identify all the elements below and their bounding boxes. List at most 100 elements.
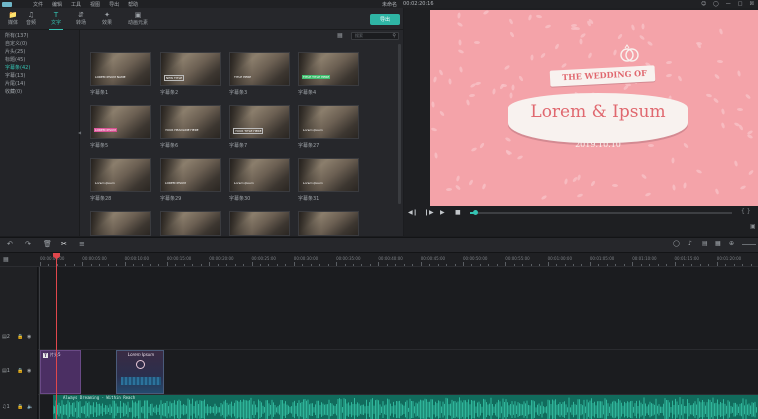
library-scrollbar[interactable] xyxy=(398,44,401,204)
play-icon[interactable]: ▶ xyxy=(440,209,445,216)
app-logo xyxy=(0,0,24,8)
title-thumbnail[interactable] xyxy=(160,211,221,236)
step-back-icon[interactable]: ❙▶ xyxy=(424,209,434,216)
collapse-sidebar-icon[interactable]: ◀ xyxy=(78,130,81,135)
cut-icon[interactable]: ✂ xyxy=(61,240,67,248)
category-item-active[interactable]: 字幕条(42) xyxy=(5,64,30,71)
mix-icon[interactable]: ▦ xyxy=(715,240,721,247)
title-thumbnail[interactable]: LOREM IPSUM NAME xyxy=(90,52,151,86)
menu-file[interactable]: 文件 xyxy=(33,1,43,8)
video-clip[interactable]: Lorem Ipsum xyxy=(116,350,164,394)
marker-braces[interactable]: { } xyxy=(741,208,751,215)
thumbnail-shade xyxy=(91,159,113,191)
adjust-icon[interactable]: ≡ xyxy=(79,240,85,248)
title-thumbnail[interactable]: Lorem Ipsum xyxy=(298,158,359,192)
voiceover-icon[interactable]: ▤ xyxy=(702,240,708,247)
title-thumbnail[interactable]: YOUR TITLE HERE xyxy=(229,105,290,139)
playhead[interactable] xyxy=(56,256,57,419)
category-item[interactable]: 字幕(13) xyxy=(5,72,25,79)
lock-icon[interactable]: 🔒 xyxy=(17,334,23,340)
eye-icon[interactable]: ◉ xyxy=(27,368,31,374)
thumbnail-shade xyxy=(230,106,252,138)
category-item[interactable]: 片尾(14) xyxy=(5,80,25,87)
speaker-icon[interactable]: 🔈 xyxy=(27,404,33,410)
title-thumbnail[interactable]: LOREM IPSUM xyxy=(160,158,221,192)
menu-help[interactable]: 帮助 xyxy=(128,1,138,8)
title-thumbnail[interactable]: LOREM IPSUM xyxy=(90,105,151,139)
ruler-minor-tick xyxy=(183,264,185,266)
stop-icon[interactable]: ■ xyxy=(455,209,461,216)
redo-icon[interactable]: ↷ xyxy=(25,240,31,248)
grid-view-icon[interactable]: ▦ xyxy=(337,32,343,39)
ruler-minor-tick xyxy=(488,264,490,266)
snapshot-icon[interactable]: ▣ xyxy=(750,223,756,230)
search-input[interactable]: 搜索 ⚲ xyxy=(351,32,399,40)
lock-icon[interactable]: 🔒 xyxy=(17,368,23,374)
close-icon[interactable]: ☒ xyxy=(750,1,754,7)
title-thumbnail[interactable] xyxy=(229,211,290,236)
maximize-icon[interactable]: □ xyxy=(738,1,743,7)
cart-icon[interactable]: ◯ xyxy=(713,1,719,7)
category-item[interactable]: 收藏(0) xyxy=(5,88,22,95)
export-button[interactable]: 导出 xyxy=(370,14,400,25)
add-track-icon[interactable]: ▦ xyxy=(3,256,9,263)
leaf-decoration xyxy=(576,192,584,198)
leaf-decoration xyxy=(432,76,438,84)
thumbnail-caption: TITLE TITLE HERE xyxy=(302,75,331,79)
undo-icon[interactable]: ↶ xyxy=(7,240,13,248)
microphone-icon[interactable]: ♪ xyxy=(688,240,692,247)
title-thumbnail[interactable]: NEW TITLE xyxy=(160,52,221,86)
category-item[interactable]: 所有(137) xyxy=(5,32,28,39)
ruler-minor-tick xyxy=(327,264,329,266)
tab-effects[interactable]: ✦ 效果 xyxy=(94,11,120,29)
title-thumbnail[interactable]: Lorem Ipsum xyxy=(229,158,290,192)
playback-progress-track[interactable] xyxy=(470,212,732,214)
menu-view[interactable]: 视图 xyxy=(90,1,100,8)
tab-audio[interactable]: ♫ 音频 xyxy=(18,11,44,29)
thumbnail-caption: Lorem Ipsum xyxy=(303,128,323,132)
shield-icon[interactable]: ◯ xyxy=(673,240,680,247)
ruler-label: 00:00:15:00 xyxy=(166,256,192,261)
title-thumbnail[interactable] xyxy=(90,211,151,236)
skip-back-icon[interactable]: ◀❙ xyxy=(408,209,418,216)
leaf-decoration xyxy=(527,13,533,21)
title-thumbnail[interactable] xyxy=(298,211,359,236)
category-item[interactable]: 片头(25) xyxy=(5,48,25,55)
ruler-minor-tick xyxy=(353,264,355,266)
title-thumbnail[interactable]: Lorem Ipsum xyxy=(90,158,151,192)
title-thumbnail[interactable]: YOUR HEADLINE HERE xyxy=(160,105,221,139)
timeline-toolbar xyxy=(0,237,758,253)
leaf-decoration xyxy=(617,33,624,40)
menu-tools[interactable]: 工具 xyxy=(71,1,81,8)
project-duration: 00:02:20:16 xyxy=(403,1,434,7)
leaf-decoration xyxy=(503,64,510,71)
effects-icon: ✦ xyxy=(104,11,110,19)
delete-icon[interactable]: 🗑 xyxy=(43,240,52,248)
zoom-out-icon[interactable]: ⊕ xyxy=(729,240,734,247)
eye-icon[interactable]: ◉ xyxy=(27,334,31,340)
menu-export[interactable]: 导出 xyxy=(109,1,119,8)
ruler-minor-tick xyxy=(682,264,684,266)
minimize-icon[interactable]: — xyxy=(726,1,731,7)
title-clip[interactable]: T 片头5 xyxy=(40,350,81,394)
zoom-slider[interactable] xyxy=(742,244,756,245)
title-thumbnail[interactable]: Lorem Ipsum xyxy=(298,105,359,139)
title-thumbnail[interactable]: TITLE HERE xyxy=(229,52,290,86)
lock-icon[interactable]: 🔒 xyxy=(17,404,23,410)
menu-edit[interactable]: 编辑 xyxy=(52,1,62,8)
ruler-minor-tick xyxy=(733,264,735,266)
audio-clip[interactable] xyxy=(53,395,758,419)
tab-transitions[interactable]: ⇵ 转场 xyxy=(68,11,94,29)
title-thumbnail[interactable]: TITLE TITLE HERE xyxy=(298,52,359,86)
category-item[interactable]: 自定义(0) xyxy=(5,40,27,47)
user-icon[interactable]: ☺ xyxy=(701,1,706,7)
ruler-minor-tick xyxy=(319,264,321,266)
leaf-decoration xyxy=(564,178,569,185)
category-item[interactable]: 标题(45) xyxy=(5,56,25,63)
leaf-decoration xyxy=(473,41,480,45)
tab-text[interactable]: T 文字 xyxy=(43,11,69,30)
ruler-minor-tick xyxy=(133,264,135,266)
leaf-decoration xyxy=(671,157,675,164)
ruler-label: 00:00:05:00 xyxy=(82,256,107,261)
tab-elements[interactable]: ▣ 动画元素 xyxy=(124,11,152,29)
